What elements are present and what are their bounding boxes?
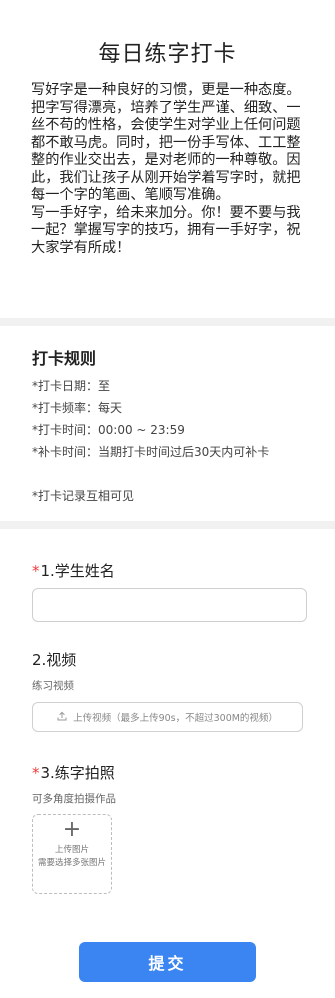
submit-button[interactable]: 提交 [79, 942, 256, 982]
video-upload-button[interactable]: 上传视频（最多上传90s，不超过300M的视频） [32, 702, 303, 732]
rule-item-makeup: *补卡时间：当期打卡时间过后30天内可补卡 [32, 445, 270, 459]
required-mark: * [32, 562, 40, 580]
rule-item-time: *打卡时间：00:00 ~ 23:59 [32, 423, 185, 437]
section-divider [0, 521, 335, 529]
rule-item-frequency: *打卡频率：每天 [32, 401, 123, 415]
plus-icon: + [62, 817, 82, 842]
rule-item-date: *打卡日期：至 [32, 379, 111, 393]
photo-hint: 可多角度拍摄作品 [32, 793, 116, 805]
video-upload-text: 上传视频（最多上传90s，不超过300M的视频） [73, 713, 278, 724]
upload-icon [57, 711, 67, 724]
student-name-label-text: 1.学生姓名 [40, 562, 115, 580]
rules-title: 打卡规则 [32, 349, 97, 368]
photo-upload-text: 上传图片 需要选择多张图片 [37, 845, 106, 868]
video-hint: 练习视频 [32, 680, 74, 692]
photo-label: *3.练字拍照 [32, 762, 115, 783]
intro-text: 写好字是一种良好的习惯，更是一种态度。把字写得漂亮，培养了学生严谨、细致、一丝不… [31, 82, 301, 256]
student-name-input[interactable] [32, 588, 307, 622]
required-mark: * [32, 764, 40, 782]
student-name-label: *1.学生姓名 [32, 560, 115, 581]
photo-upload-button[interactable]: + 上传图片 需要选择多张图片 [32, 814, 112, 894]
section-divider [0, 318, 335, 326]
rule-item-visibility: *打卡记录互相可见 [32, 489, 135, 503]
page-title: 每日练字打卡 [98, 42, 237, 67]
photo-label-text: 3.练字拍照 [40, 764, 115, 782]
video-label: 2.视频 [32, 651, 77, 669]
